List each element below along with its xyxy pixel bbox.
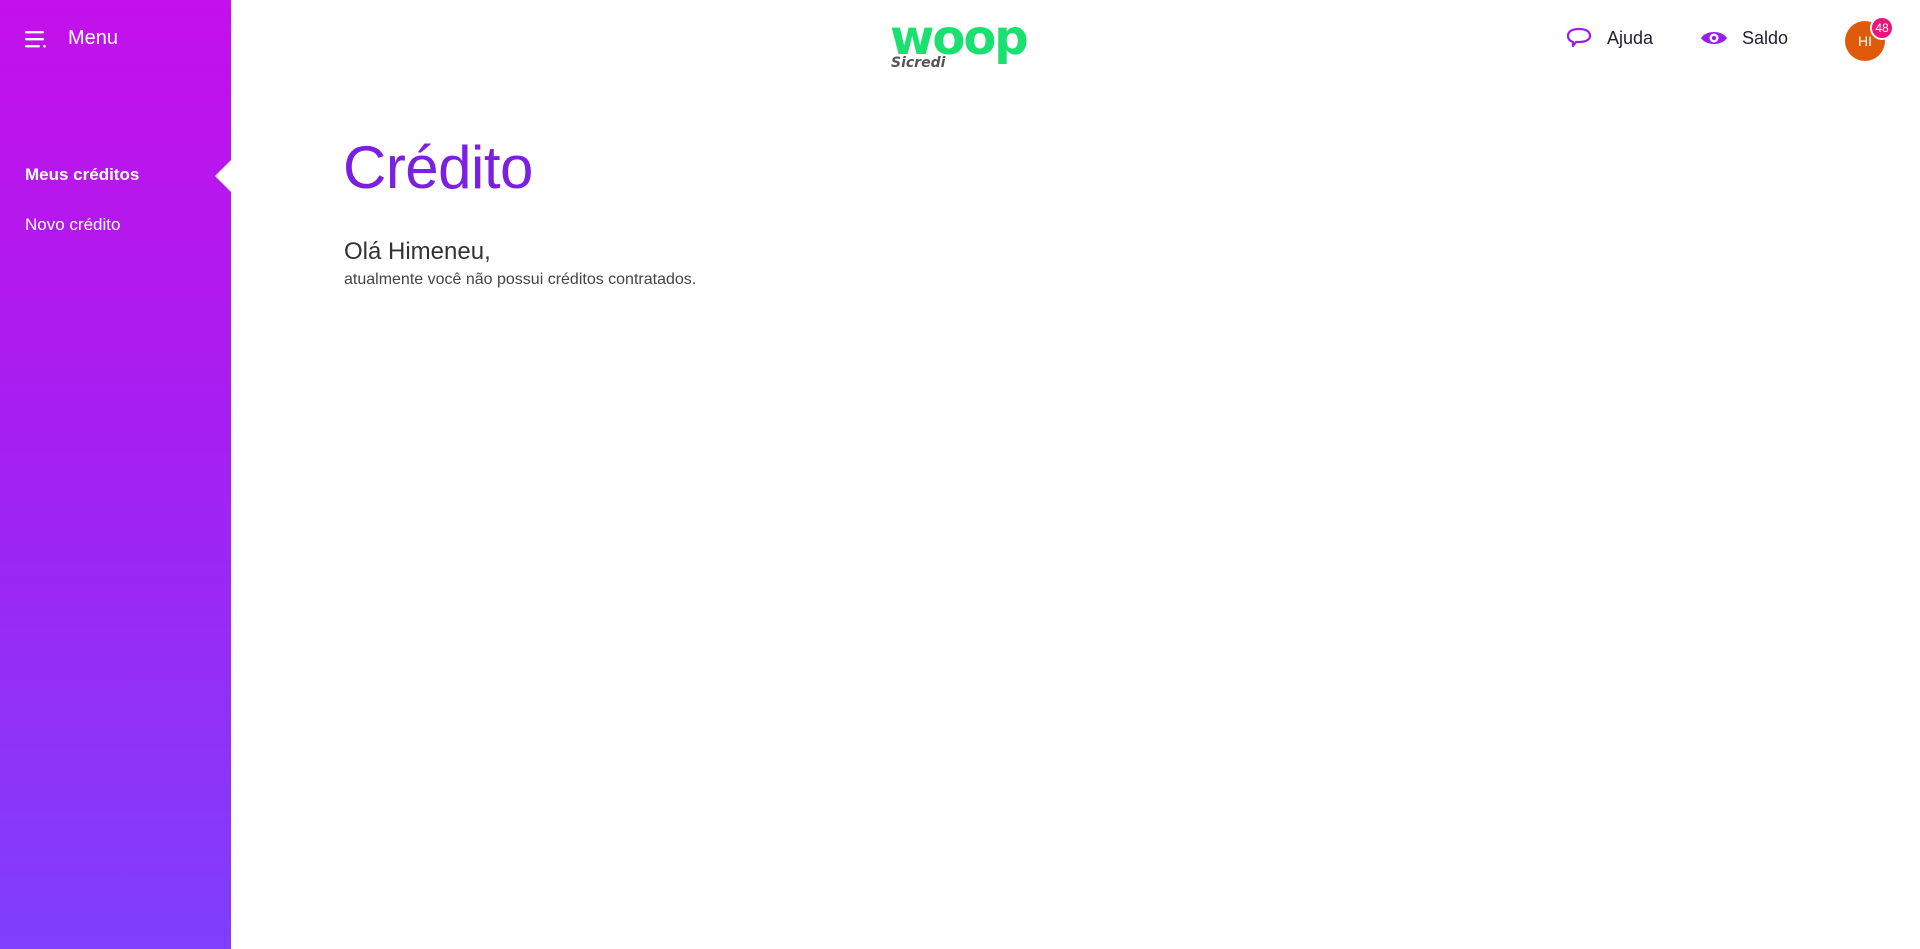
menu-label: Menu bbox=[68, 27, 119, 49]
notification-badge: 48 bbox=[1870, 16, 1894, 40]
active-item-indicator bbox=[215, 160, 231, 192]
greeting-text: Olá Himeneu, bbox=[344, 238, 491, 265]
balance-label: Saldo bbox=[1742, 27, 1789, 48]
chat-bubble-icon bbox=[1566, 27, 1592, 48]
menu-icon bbox=[25, 30, 46, 47]
help-label: Ajuda bbox=[1607, 27, 1654, 48]
balance-toggle[interactable]: Saldo bbox=[1700, 27, 1788, 49]
help-button[interactable]: Ajuda bbox=[1565, 27, 1653, 49]
empty-state-message: atualmente você não possui créditos cont… bbox=[344, 271, 697, 288]
eye-icon bbox=[1701, 32, 1727, 44]
woop-sicredi-logo[interactable]: woop Sicredi bbox=[890, 18, 1030, 74]
sidebar-item-novo-credito[interactable]: Novo crédito bbox=[25, 215, 120, 235]
sidebar-item-meus-creditos[interactable]: Meus créditos bbox=[25, 165, 139, 185]
menu-toggle[interactable]: Menu bbox=[25, 27, 118, 50]
page-title: Crédito bbox=[343, 134, 533, 201]
logo-sub: Sicredi bbox=[891, 55, 946, 71]
sidebar: Menu Meus créditos Novo crédito bbox=[0, 0, 231, 949]
